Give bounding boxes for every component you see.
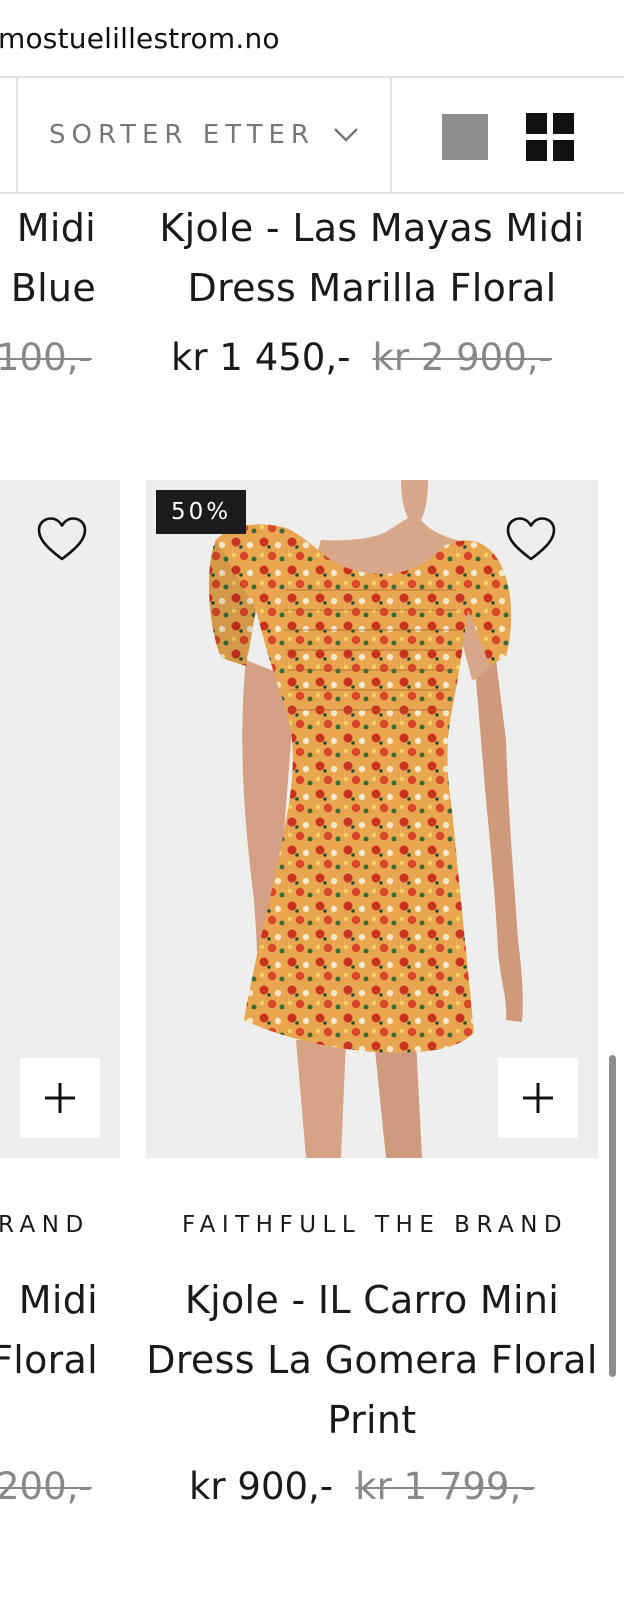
product-title[interactable]: Kjole - Las Mayas Midi Dress Marilla Flo… (146, 198, 598, 318)
single-column-view-icon[interactable] (442, 114, 488, 160)
plus-icon (523, 1083, 553, 1113)
product-price: kr 1 450,- kr 2 900,- (171, 336, 552, 379)
scrollbar-thumb[interactable] (609, 1055, 616, 1377)
wishlist-heart-icon[interactable] (36, 516, 88, 562)
filter-toolbar: SORTER ETTER (0, 78, 624, 194)
url-text[interactable]: mostuelillestrom.no (0, 22, 280, 55)
plus-icon (45, 1083, 75, 1113)
dress-photo (209, 480, 523, 1158)
chevron-down-icon (334, 128, 358, 142)
discount-badge: 50% (156, 490, 246, 534)
product-title-partial[interactable]: Midi Blue (0, 198, 96, 318)
sort-label: SORTER ETTER (48, 120, 315, 150)
price-current: kr 1 450,- (171, 336, 351, 379)
product-price: kr 900,- kr 1 799,- (189, 1465, 535, 1508)
wishlist-heart-icon[interactable] (505, 516, 557, 562)
product-title[interactable]: Kjole - IL Carro Mini Dress La Gomera Fl… (146, 1270, 598, 1450)
price-old: 100,- (0, 336, 92, 379)
grid-view-icon[interactable] (526, 113, 574, 161)
product-image-partial[interactable] (0, 480, 120, 1158)
product-price-partial: 100,- (0, 336, 92, 379)
price-old: 200,- (0, 1465, 92, 1508)
product-brand-partial: RAND (0, 1212, 90, 1238)
price-old: kr 1 799,- (355, 1465, 535, 1508)
product-title-partial[interactable]: Midi Floral (0, 1270, 98, 1390)
add-to-cart-button[interactable] (498, 1058, 578, 1138)
toolbar-divider (390, 78, 392, 192)
price-current: kr 900,- (189, 1465, 334, 1508)
browser-url-bar[interactable]: mostuelillestrom.no (0, 0, 624, 78)
product-image[interactable] (146, 480, 598, 1158)
page: mostuelillestrom.no SORTER ETTER Midi Bl… (0, 0, 624, 1600)
product-brand: FAITHFULL THE BRAND (182, 1212, 569, 1238)
add-to-cart-button[interactable] (20, 1058, 100, 1138)
product-price-partial: 200,- (0, 1465, 92, 1508)
sort-button[interactable]: SORTER ETTER (18, 78, 390, 192)
price-old: kr 2 900,- (372, 336, 552, 379)
